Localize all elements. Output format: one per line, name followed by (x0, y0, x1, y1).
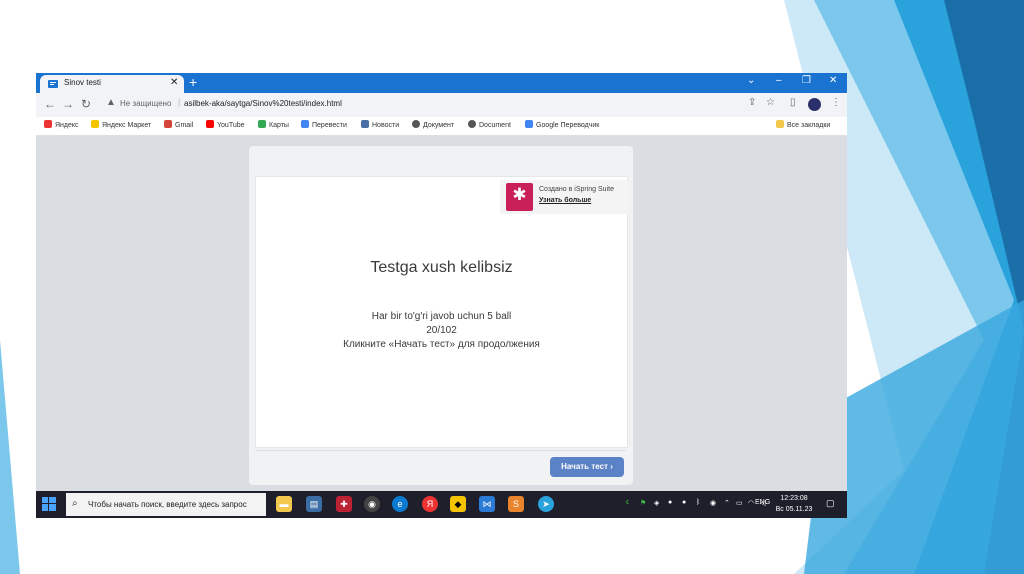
file-explorer-icon[interactable]: ▬ (276, 496, 292, 512)
bookmark-maps[interactable]: Карты (258, 120, 289, 129)
reload-icon[interactable]: ↻ (81, 97, 91, 111)
all-bookmarks[interactable]: Все закладки (776, 120, 830, 129)
tab-close-icon[interactable]: ✕ (170, 77, 178, 88)
bookmark-document-ru[interactable]: Документ (412, 120, 454, 129)
chevron-right-icon: › (610, 462, 613, 471)
lang-indicator[interactable]: ENG (755, 499, 770, 506)
chevron-up-icon[interactable]: ⌃ (724, 499, 730, 507)
ispring-badge[interactable]: ✱ Создано в iSpring Suite Узнать больше (500, 180, 628, 214)
not-secure-label: Не защищено (120, 99, 172, 108)
globe-icon (412, 120, 420, 128)
chrome-icon[interactable]: ◉ (364, 496, 380, 512)
market-icon[interactable]: ◆ (450, 496, 466, 512)
search-placeholder: Чтобы начать поиск, введите здесь запрос (88, 500, 247, 509)
news-icon (361, 120, 369, 128)
new-tab-icon[interactable]: + (189, 74, 197, 90)
maps-icon (258, 120, 266, 128)
tab-title: Sinov testi (64, 78, 101, 87)
ispring-made-label: Создано в iSpring Suite (539, 186, 614, 193)
url-divider: | (178, 97, 181, 107)
browser-window: Sinov testi ✕ + ⌄ – ❐ ✕ ← → ↻ ▲ Не защищ… (36, 73, 847, 518)
bookmark-document-en[interactable]: Document (468, 120, 511, 129)
restore-icon[interactable]: ❐ (802, 75, 811, 86)
translate-icon (525, 120, 533, 128)
tray-app-icon-2[interactable]: ● (668, 499, 672, 506)
tray-app-icon-3[interactable]: ● (682, 499, 686, 506)
globe-icon (468, 120, 476, 128)
yandex-browser-icon[interactable]: Я (422, 496, 438, 512)
bookmark-yandex-market[interactable]: Яндекс Маркет (91, 120, 151, 129)
windows-start-icon[interactable] (42, 497, 56, 511)
bookmarks-bar: Яндекс Яндекс Маркет Gmail YouTube Карты… (36, 117, 847, 136)
tray-app-icon-4[interactable]: ◉ (710, 499, 716, 507)
tray-app-icon[interactable]: ϵ (626, 499, 629, 506)
minimize-icon[interactable]: – (776, 75, 782, 86)
flag-icon[interactable]: ⚑ (640, 499, 646, 507)
bookmark-yandex[interactable]: Яндекс (44, 120, 79, 129)
bookmark-google-translate[interactable]: Google Переводчик (525, 120, 599, 129)
clock-time: 12:23:08 (780, 495, 808, 502)
page-favicon-icon (48, 80, 58, 88)
edge-icon[interactable]: e (392, 496, 408, 512)
bluetooth-icon[interactable]: ᛒ (696, 499, 700, 506)
sublime-icon[interactable]: S (508, 496, 524, 512)
quiz-slide: ✱ Создано в iSpring Suite Узнать больше … (255, 176, 628, 448)
store-icon[interactable]: ▤ (306, 496, 322, 512)
vscode-icon[interactable]: ⋈ (479, 496, 495, 512)
windows-taskbar: ⌕ Чтобы начать поиск, введите здесь запр… (36, 491, 847, 518)
wifi-icon[interactable]: ◠ (748, 499, 754, 507)
tab-sinov-testi[interactable]: Sinov testi ✕ (40, 75, 184, 93)
slide-decoration-left (0, 340, 20, 574)
market-icon (91, 120, 99, 128)
clock[interactable]: 12:23:08 Вс 05.11.23 (772, 493, 816, 515)
share-icon[interactable]: ⇪ (748, 97, 756, 108)
quiz-title: Testga xush kelibsiz (370, 259, 513, 276)
start-test-button[interactable]: Начать тест › (550, 457, 624, 477)
clock-date: Вс 05.11.23 (775, 506, 813, 513)
youtube-icon (206, 120, 214, 128)
player-footer-divider (255, 450, 626, 451)
tab-search-icon[interactable]: ⌄ (747, 75, 755, 86)
quiz-info-count: 20/102 (426, 325, 457, 336)
ispring-learn-more-link[interactable]: Узнать больше (539, 197, 591, 204)
bookmark-gmail[interactable]: Gmail (164, 120, 193, 129)
page-content: ✱ Создано в iSpring Suite Узнать больше … (36, 136, 847, 491)
bookmark-youtube[interactable]: YouTube (206, 120, 245, 129)
network-icon[interactable]: ▭ (736, 499, 743, 507)
quiz-info-instruction: Кликните «Начать тест» для продолжения (343, 339, 540, 350)
translate-icon (301, 120, 309, 128)
bookmark-translate[interactable]: Перевести (301, 120, 347, 129)
back-icon[interactable]: ← (44, 97, 56, 111)
folder-icon (776, 120, 784, 128)
browser-toolbar: ← → ↻ ▲ Не защищено | asilbek-aka/saytga… (36, 93, 847, 117)
side-panel-icon[interactable]: ▯ (790, 97, 796, 108)
ispring-logo-icon: ✱ (506, 183, 533, 211)
profile-avatar[interactable] (808, 98, 821, 111)
address-bar[interactable]: ▲ Не защищено | asilbek-aka/saytga/Sinov… (102, 96, 792, 114)
forward-icon[interactable]: → (62, 97, 74, 111)
ispring-player: ✱ Создано в iSpring Suite Узнать больше … (249, 146, 633, 485)
taskbar-search-box[interactable]: ⌕ Чтобы начать поиск, введите здесь запр… (66, 493, 266, 516)
close-window-icon[interactable]: ✕ (829, 75, 837, 86)
notifications-icon[interactable]: ▢ (826, 498, 835, 509)
warning-icon: ▲ (106, 97, 116, 108)
tab-bar: Sinov testi ✕ + ⌄ – ❐ ✕ (36, 73, 847, 93)
bookmark-star-icon[interactable]: ☆ (766, 97, 775, 108)
shield-icon[interactable]: ◈ (654, 499, 659, 507)
app-icon[interactable]: ✚ (336, 496, 352, 512)
quiz-info-points: Har bir to'g'ri javob uchun 5 ball (371, 311, 512, 322)
bookmark-news[interactable]: Новости (361, 120, 399, 129)
url-text: asilbek-aka/saytga/Sinov%20testi/index.h… (184, 99, 342, 108)
gmail-icon (164, 120, 172, 128)
yandex-icon (44, 120, 52, 128)
telegram-icon[interactable]: ➤ (538, 496, 554, 512)
menu-icon[interactable]: ⋮ (831, 97, 841, 108)
search-icon: ⌕ (72, 498, 78, 509)
